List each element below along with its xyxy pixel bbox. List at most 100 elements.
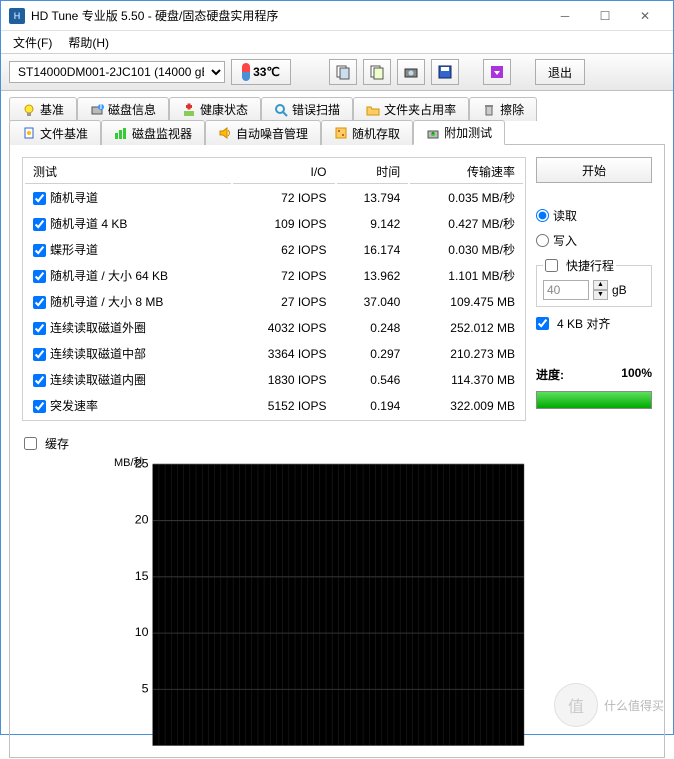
tab-label: 擦除 <box>500 101 524 118</box>
exit-button[interactable]: 退出 <box>535 59 585 85</box>
read-radio-row[interactable]: 读取 <box>536 207 652 224</box>
save-button[interactable] <box>431 59 459 85</box>
menu-help[interactable]: 帮助(H) <box>62 32 115 53</box>
test-checkbox[interactable] <box>33 296 46 309</box>
write-radio[interactable] <box>536 234 549 247</box>
extra-icon <box>426 126 440 140</box>
test-time: 0.194 <box>337 394 409 418</box>
test-checkbox[interactable] <box>33 400 46 413</box>
test-name: 随机寻道 4 KB <box>50 217 127 231</box>
aam-icon <box>218 126 232 140</box>
svg-text:5: 5 <box>142 681 149 695</box>
tab-label: 磁盘监视器 <box>132 125 192 142</box>
short-stroke-fieldset: 快捷行程 ▲ ▼ gB <box>536 257 652 307</box>
test-time: 37.040 <box>337 290 409 314</box>
tab-erase[interactable]: 擦除 <box>469 97 537 121</box>
lightbulb-icon <box>22 103 36 117</box>
test-checkbox[interactable] <box>33 244 46 257</box>
test-time: 9.142 <box>337 212 409 236</box>
test-rate: 1.101 MB/秒 <box>410 264 523 288</box>
cache-checkbox-row[interactable]: 缓存 <box>24 435 526 452</box>
svg-text:10: 10 <box>135 625 149 639</box>
test-name: 连续读取磁道中部 <box>50 347 146 361</box>
tab-label: 基准 <box>40 101 64 118</box>
screenshot-button[interactable] <box>397 59 425 85</box>
stroke-down-button[interactable]: ▼ <box>593 290 608 300</box>
menubar: 文件(F) 帮助(H) <box>1 31 673 53</box>
options-button[interactable] <box>483 59 511 85</box>
test-time: 0.248 <box>337 316 409 340</box>
tab-monitor[interactable]: 磁盘监视器 <box>101 120 205 145</box>
test-checkbox[interactable] <box>33 218 46 231</box>
test-rate: 109.475 MB <box>410 290 523 314</box>
test-time: 13.794 <box>337 186 409 210</box>
tab-health[interactable]: 健康状态 <box>169 97 261 121</box>
tab-extra[interactable]: 附加测试 <box>413 120 505 145</box>
menu-file[interactable]: 文件(F) <box>7 32 58 53</box>
col-rate: 传输速率 <box>410 160 523 184</box>
tab-scan[interactable]: 错误扫描 <box>261 97 353 121</box>
health-icon <box>182 103 196 117</box>
tab-aam[interactable]: 自动噪音管理 <box>205 120 321 145</box>
svg-text:i: i <box>100 103 103 112</box>
start-button[interactable]: 开始 <box>536 157 652 183</box>
test-rate: 0.030 MB/秒 <box>410 238 523 262</box>
tab-lightbulb[interactable]: 基准 <box>9 97 77 121</box>
test-checkbox[interactable] <box>33 374 46 387</box>
table-row: 蝶形寻道62 IOPS16.1740.030 MB/秒 <box>25 238 523 262</box>
maximize-button[interactable]: ☐ <box>585 2 625 30</box>
test-name: 突发速率 <box>50 399 98 413</box>
progress-bar <box>536 391 652 409</box>
test-checkbox[interactable] <box>33 270 46 283</box>
test-name: 蝶形寻道 <box>50 243 98 257</box>
test-checkbox[interactable] <box>33 192 46 205</box>
test-checkbox[interactable] <box>33 322 46 335</box>
test-io: 3364 IOPS <box>233 342 335 366</box>
align-4kb-row[interactable]: 4 KB 对齐 <box>536 315 652 332</box>
tab-folder[interactable]: 文件夹占用率 <box>353 97 469 121</box>
temperature-display: 33℃ <box>231 59 291 85</box>
progress-value: 100% <box>621 366 652 383</box>
tab-info[interactable]: i 磁盘信息 <box>77 97 169 121</box>
test-io: 62 IOPS <box>233 238 335 262</box>
write-radio-row[interactable]: 写入 <box>536 232 652 249</box>
stroke-up-button[interactable]: ▲ <box>593 280 608 290</box>
copy-info-button[interactable] <box>329 59 357 85</box>
titlebar: H HD Tune 专业版 5.50 - 硬盘/固态硬盘实用程序 ─ ☐ ✕ <box>1 1 673 31</box>
stroke-size-input <box>543 280 589 300</box>
tab-filebench[interactable]: 文件基准 <box>9 120 101 145</box>
col-io: I/O <box>233 160 335 184</box>
drive-selector[interactable]: ST14000DM001-2JC101 (14000 gB) <box>9 61 225 83</box>
table-row: 随机寻道 / 大小 64 KB72 IOPS13.9621.101 MB/秒 <box>25 264 523 288</box>
test-time: 0.546 <box>337 368 409 392</box>
tab-label: 磁盘信息 <box>108 101 156 118</box>
folder-icon <box>366 103 380 117</box>
thermometer-icon <box>242 63 250 81</box>
table-row: 随机寻道 4 KB109 IOPS9.1420.427 MB/秒 <box>25 212 523 236</box>
tests-table: 测试 I/O 时间 传输速率 随机寻道72 IOPS13.7940.035 MB… <box>22 157 526 421</box>
test-rate: 0.035 MB/秒 <box>410 186 523 210</box>
short-stroke-checkbox[interactable] <box>545 259 558 272</box>
cache-checkbox[interactable] <box>24 437 37 450</box>
test-io: 5152 IOPS <box>233 394 335 418</box>
minimize-button[interactable]: ─ <box>545 2 585 30</box>
test-rate: 114.370 MB <box>410 368 523 392</box>
app-icon: H <box>9 8 25 24</box>
tab-label: 健康状态 <box>200 101 248 118</box>
test-name: 随机寻道 / 大小 64 KB <box>50 269 168 283</box>
random-icon <box>334 126 348 140</box>
tab-label: 自动噪音管理 <box>236 125 308 142</box>
read-radio[interactable] <box>536 209 549 222</box>
test-checkbox[interactable] <box>33 348 46 361</box>
window-title: HD Tune 专业版 5.50 - 硬盘/固态硬盘实用程序 <box>31 7 545 24</box>
test-time: 0.297 <box>337 342 409 366</box>
table-row: 随机寻道72 IOPS13.7940.035 MB/秒 <box>25 186 523 210</box>
tab-label: 文件基准 <box>40 125 88 142</box>
copy-text-button[interactable] <box>363 59 391 85</box>
filebench-icon <box>22 126 36 140</box>
close-button[interactable]: ✕ <box>625 2 665 30</box>
tab-random[interactable]: 随机存取 <box>321 120 413 145</box>
tab-panel-extra-tests: 测试 I/O 时间 传输速率 随机寻道72 IOPS13.7940.035 MB… <box>9 144 665 758</box>
svg-text:15: 15 <box>135 569 149 583</box>
align-4kb-checkbox[interactable] <box>536 317 549 330</box>
